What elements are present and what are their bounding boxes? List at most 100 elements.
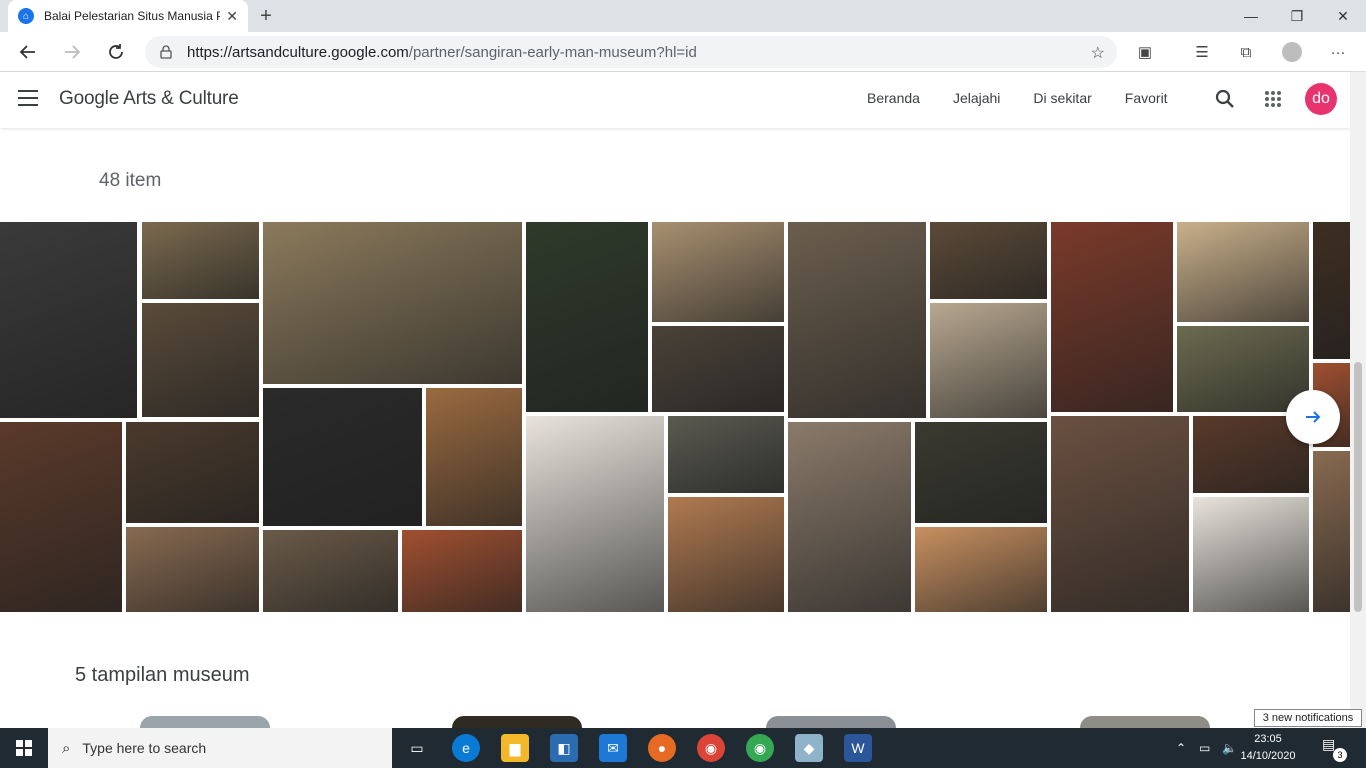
windows-logo-icon <box>16 740 32 756</box>
search-icon[interactable] <box>1214 88 1236 110</box>
gallery-tile[interactable] <box>1051 222 1173 412</box>
gallery-tile[interactable] <box>930 222 1047 299</box>
gallery-tile[interactable] <box>126 422 259 523</box>
gallery-tile[interactable] <box>1313 451 1350 612</box>
museum-view-thumbnail[interactable] <box>766 716 896 728</box>
settings-more-icon[interactable]: ··· <box>1324 38 1352 66</box>
search-icon: ⌕ <box>62 739 71 757</box>
gallery-next-button[interactable] <box>1286 390 1340 444</box>
museum-favicon-icon: ⌂ <box>18 8 34 24</box>
edge-browser-icon[interactable]: e <box>452 734 480 762</box>
page-scrollbar[interactable] <box>1350 72 1366 728</box>
clock-time: 23:05 <box>1254 733 1282 745</box>
refresh-icon <box>109 44 123 59</box>
volume-icon[interactable]: 🔈 <box>1222 728 1237 768</box>
gallery-tile[interactable] <box>1313 222 1350 359</box>
gallery-tile[interactable] <box>126 527 259 612</box>
site-nav: Beranda Jelajahi Di sekitar Favorit <box>867 90 1201 106</box>
browser-toolbar: https://artsandculture.google.com/partne… <box>0 32 1366 72</box>
close-window-button[interactable]: ✕ <box>1320 0 1366 32</box>
gallery-tile[interactable] <box>1177 222 1309 322</box>
notification-tooltip: 3 new notifications <box>1254 709 1362 727</box>
url-path: /partner/sangiran-early-man-museum?hl=id <box>408 43 697 61</box>
gallery-tile[interactable] <box>1177 326 1309 412</box>
favorites-list-icon[interactable]: ☰ <box>1188 38 1216 66</box>
gallery-tile[interactable] <box>402 530 522 612</box>
battery-icon[interactable]: ▭ <box>1199 728 1210 768</box>
task-view-icon[interactable]: ▭ <box>403 734 431 762</box>
mail-icon[interactable]: ✉ <box>599 734 627 762</box>
restore-button[interactable]: ❐ <box>1274 0 1320 32</box>
gallery-tile[interactable] <box>915 527 1047 612</box>
chrome-icon[interactable]: ◉ <box>746 734 774 762</box>
gallery-tile[interactable] <box>263 388 422 526</box>
museum-view-thumbnail[interactable] <box>1080 716 1210 728</box>
user-avatar[interactable]: do <box>1305 83 1337 115</box>
minimize-button[interactable]: — <box>1228 0 1274 32</box>
file-explorer-icon[interactable]: ▆ <box>501 734 529 762</box>
windows-taskbar: ⌕ Type here to search ▭ e ▆ ◧ ✉ ● ◉ ◉ ◆ … <box>0 728 1366 768</box>
collections-icon[interactable]: ⧉ <box>1232 38 1260 66</box>
gallery-tile[interactable] <box>1193 497 1309 612</box>
museum-view-thumbnail[interactable] <box>140 716 270 728</box>
nav-beranda[interactable]: Beranda <box>867 90 920 106</box>
profile-icon <box>1282 42 1302 62</box>
gallery-tile[interactable] <box>426 388 522 526</box>
gallery-tile[interactable] <box>0 422 122 612</box>
forward-button[interactable] <box>58 38 86 66</box>
museum-view-thumbnail[interactable] <box>452 716 582 728</box>
start-button[interactable] <box>0 728 48 768</box>
tab-title: Balai Pelestarian Situs Manusia P <box>44 9 221 23</box>
nav-jelajahi[interactable]: Jelajahi <box>953 90 1000 106</box>
gallery-tile[interactable] <box>788 222 926 418</box>
url-host: https://artsandculture.google.com <box>187 43 409 61</box>
gallery-tile[interactable] <box>526 222 648 412</box>
app-icon[interactable]: ◆ <box>795 734 823 762</box>
taskbar-clock[interactable]: 23:05 14/10/2020 <box>1240 731 1296 765</box>
gallery-tile[interactable] <box>652 326 784 412</box>
site-logo[interactable]: Google Arts & Culture <box>59 88 239 110</box>
gallery-tile[interactable] <box>263 222 522 384</box>
back-button[interactable] <box>14 38 42 66</box>
nav-favorit[interactable]: Favorit <box>1125 90 1168 106</box>
refresh-button[interactable] <box>102 38 130 66</box>
browser-tab-active[interactable]: ⌂ Balai Pelestarian Situs Manusia P ✕ <box>8 0 248 32</box>
gallery-tile[interactable] <box>142 303 259 417</box>
store-icon[interactable]: ◧ <box>550 734 578 762</box>
gallery-tile[interactable] <box>788 422 911 612</box>
new-tab-button[interactable]: + <box>254 4 278 28</box>
gallery-tile[interactable] <box>526 416 664 612</box>
apps-grid-icon[interactable] <box>1265 91 1281 107</box>
gallery-tile[interactable] <box>0 222 137 418</box>
forward-arrow-icon <box>65 45 81 59</box>
taskbar-search[interactable]: ⌕ Type here to search <box>48 728 392 768</box>
firefox-icon[interactable]: ● <box>648 734 676 762</box>
taskbar-search-placeholder: Type here to search <box>82 740 207 756</box>
address-bar[interactable]: https://artsandculture.google.com/partne… <box>145 36 1117 68</box>
lock-icon <box>160 45 172 59</box>
tab-close-icon[interactable]: ✕ <box>226 8 238 25</box>
gallery-grid <box>0 222 1350 612</box>
show-hidden-icons[interactable]: ⌃ <box>1176 728 1186 768</box>
arrow-right-icon <box>1306 411 1321 423</box>
gallery-tile[interactable] <box>142 222 259 299</box>
gallery-tile[interactable] <box>668 497 784 612</box>
gallery-tile[interactable] <box>1051 416 1189 612</box>
gallery-tile[interactable] <box>652 222 784 322</box>
gallery-tile[interactable] <box>668 416 784 493</box>
profile-button[interactable] <box>1278 38 1306 66</box>
word-icon[interactable]: W <box>844 734 872 762</box>
scrollbar-thumb[interactable] <box>1354 362 1362 612</box>
browser-tab-strip: ⌂ Balai Pelestarian Situs Manusia P ✕ + … <box>0 0 1366 32</box>
gallery-tile[interactable] <box>915 422 1047 523</box>
favorite-star-icon[interactable]: ☆ <box>1091 43 1105 63</box>
collections-extension-icon[interactable]: ▣ <box>1131 38 1159 66</box>
chrome-icon[interactable]: ◉ <box>697 734 725 762</box>
nav-di-sekitar[interactable]: Di sekitar <box>1033 90 1091 106</box>
item-count: 48 item <box>99 170 162 191</box>
clock-date: 14/10/2020 <box>1240 750 1296 762</box>
back-arrow-icon <box>19 45 35 59</box>
menu-icon[interactable] <box>18 90 38 106</box>
gallery-tile[interactable] <box>263 530 398 612</box>
gallery-tile[interactable] <box>930 303 1047 418</box>
